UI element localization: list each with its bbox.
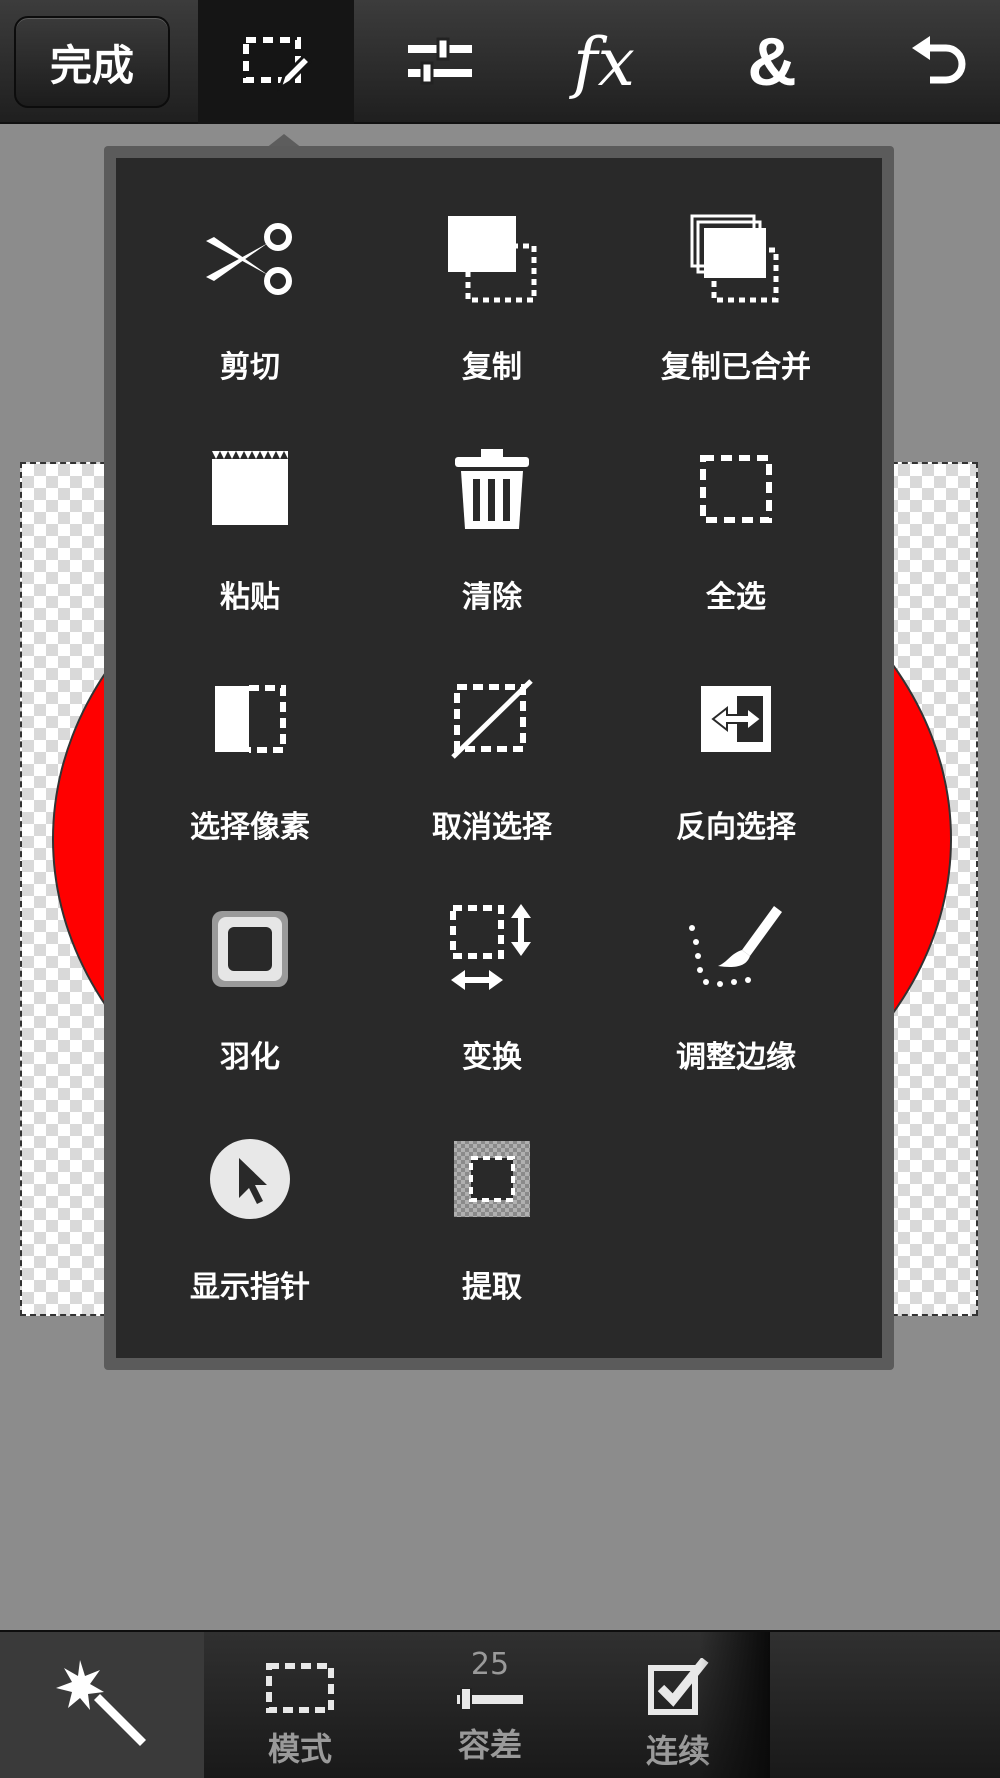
- menu-item-label: 调整边缘: [676, 1040, 796, 1075]
- blend-tool[interactable]: &: [694, 0, 850, 124]
- scissors-icon: [195, 206, 305, 312]
- menu-item-select-pixels[interactable]: 选择像素: [130, 626, 370, 846]
- menu-item-transform[interactable]: 变换: [372, 856, 612, 1076]
- cursor-icon: [195, 1126, 305, 1232]
- menu-item-label: 羽化: [220, 1040, 280, 1075]
- menu-item-label: 粘贴: [220, 580, 280, 615]
- fx-icon: fx: [573, 23, 635, 101]
- copy-merged-icon: [681, 206, 791, 312]
- dashed-rectangle-icon: [265, 1662, 335, 1718]
- sliders-icon: [408, 37, 472, 87]
- select-pixels-icon: [195, 666, 305, 772]
- invert-selection-icon: [681, 666, 791, 772]
- top-toolbar: 完成 fx &: [0, 0, 1000, 124]
- selection-menu: 剪切 复制 复制已合并 粘贴 清除 全选 选择像素 取消选择 反向选择 羽化 变…: [116, 158, 882, 1358]
- menu-item-label: 提取: [462, 1270, 522, 1305]
- menu-item-copy[interactable]: 复制: [372, 166, 612, 386]
- undo-icon: [908, 34, 968, 90]
- tolerance-value: 25: [470, 1647, 510, 1682]
- menu-item-label: 清除: [462, 580, 522, 615]
- select-all-icon: [681, 436, 791, 542]
- bottom-toolbar: 模式 25 容差 连续: [0, 1630, 1000, 1778]
- menu-item-label: 变换: [462, 1040, 522, 1075]
- mode-label: 模式: [267, 1730, 332, 1768]
- menu-item-show-cursor[interactable]: 显示指针: [130, 1086, 370, 1306]
- tolerance-slider-icon: [457, 1687, 523, 1714]
- refine-edge-icon: [681, 896, 791, 1002]
- mode-selector[interactable]: 模式: [206, 1632, 394, 1778]
- trash-icon: [437, 436, 547, 542]
- adjustments-tool[interactable]: [362, 0, 518, 124]
- menu-item-label: 复制: [462, 350, 522, 385]
- effects-tool[interactable]: fx: [526, 0, 682, 124]
- menu-item-paste[interactable]: 粘贴: [130, 396, 370, 616]
- deselect-icon: [437, 666, 547, 772]
- menu-item-label: 显示指针: [190, 1270, 310, 1305]
- extract-icon: [437, 1126, 547, 1232]
- menu-item-label: 取消选择: [432, 810, 552, 845]
- menu-item-feather[interactable]: 羽化: [130, 856, 370, 1076]
- selection-edit-tool[interactable]: [198, 0, 354, 124]
- done-button[interactable]: 完成: [14, 16, 170, 108]
- menu-item-deselect[interactable]: 取消选择: [372, 626, 612, 846]
- magic-wand-tool[interactable]: [0, 1632, 204, 1778]
- feather-icon: [195, 896, 305, 1002]
- menu-item-extract[interactable]: 提取: [372, 1086, 612, 1306]
- menu-item-select-all[interactable]: 全选: [616, 396, 856, 616]
- menu-item-label: 复制已合并: [661, 350, 811, 385]
- transform-icon: [437, 896, 547, 1002]
- tolerance-control[interactable]: 25 容差: [396, 1632, 584, 1778]
- menu-item-cut[interactable]: 剪切: [130, 166, 370, 386]
- menu-item-label: 全选: [706, 580, 766, 615]
- magic-wand-icon: [54, 1656, 150, 1756]
- tolerance-label: 容差: [457, 1726, 522, 1764]
- menu-item-label: 剪切: [220, 350, 280, 385]
- toolbar-fade: [700, 1632, 770, 1778]
- menu-item-clear[interactable]: 清除: [372, 396, 612, 616]
- menu-item-copy-merged[interactable]: 复制已合并: [616, 166, 856, 386]
- menu-item-label: 反向选择: [676, 810, 796, 845]
- selection-pencil-icon: [240, 32, 312, 92]
- ampersand-icon: &: [747, 24, 797, 100]
- menu-item-invert-selection[interactable]: 反向选择: [616, 626, 856, 846]
- menu-item-label: 选择像素: [190, 810, 310, 845]
- paste-icon: [195, 436, 305, 542]
- undo-button[interactable]: [860, 0, 1000, 124]
- copy-icon: [437, 206, 547, 312]
- menu-item-refine-edge[interactable]: 调整边缘: [616, 856, 856, 1076]
